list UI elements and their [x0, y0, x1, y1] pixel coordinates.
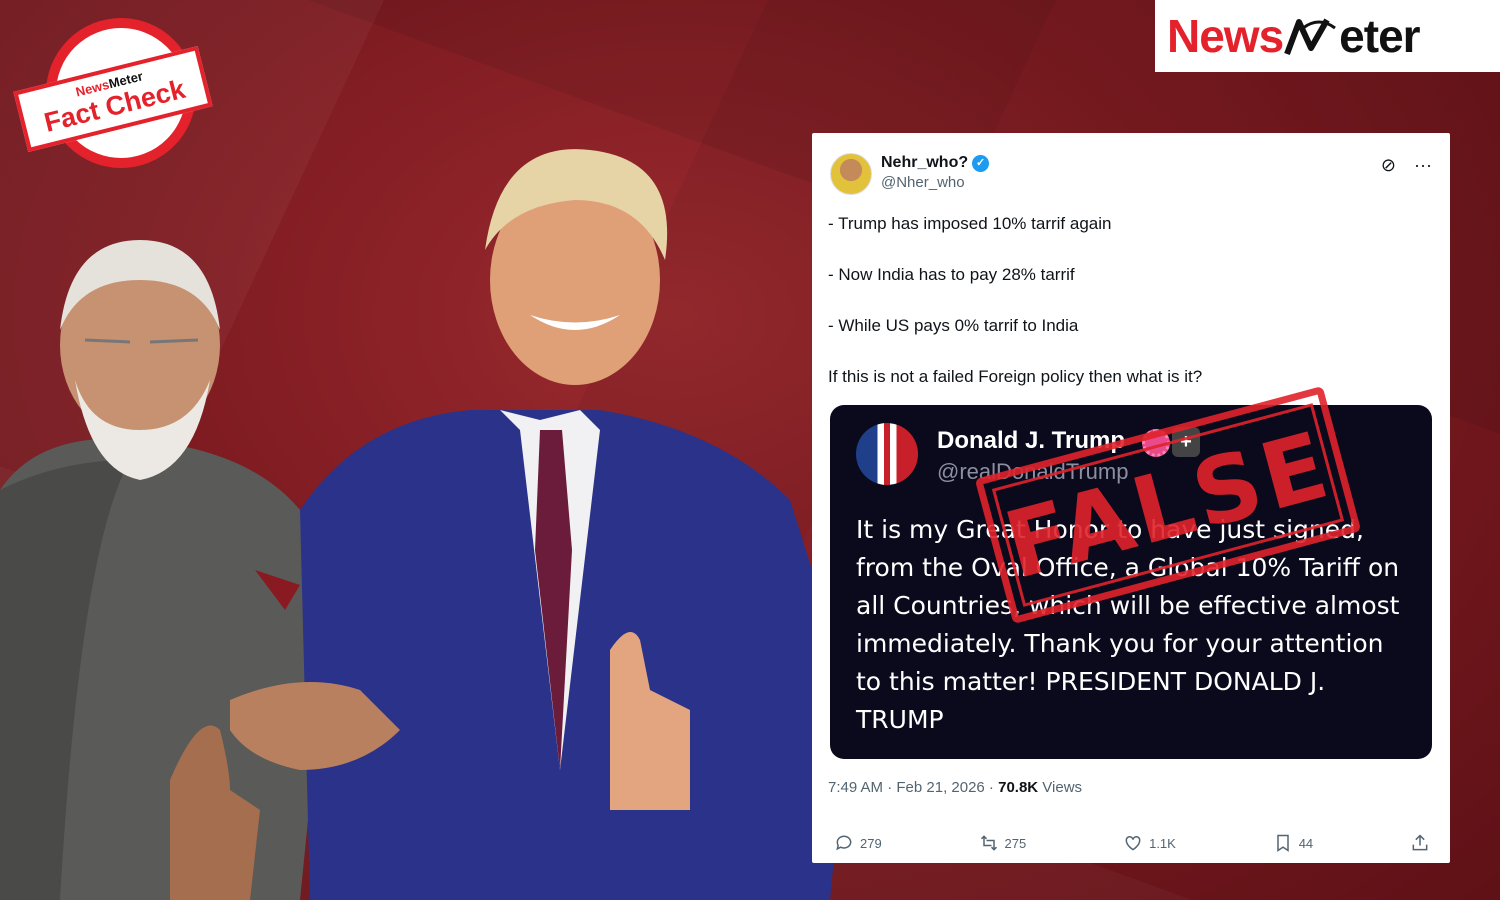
- views-count: 70.8K: [998, 779, 1039, 796]
- bookmark-button[interactable]: 44: [1273, 833, 1313, 853]
- logo-meter: eter: [1339, 10, 1420, 62]
- bookmark-count: 44: [1298, 835, 1314, 851]
- like-icon: [1125, 835, 1141, 851]
- repost-icon: [980, 835, 997, 851]
- reply-button[interactable]: 279: [834, 833, 882, 853]
- verified-badge-icon: ✓: [972, 154, 990, 172]
- display-name-row: Nehr_who? ✓: [881, 153, 990, 173]
- like-count: 1.1K: [1149, 835, 1176, 851]
- tweet-line: If this is not a failed Foreign policy t…: [828, 367, 1203, 386]
- leaders-photo: [0, 149, 850, 900]
- like-button[interactable]: 1.1K: [1123, 833, 1176, 853]
- newsmeter-logo: News eter: [1155, 0, 1500, 72]
- repost-count: 275: [1004, 835, 1027, 851]
- tweet-line: - While US pays 0% tarrif to India: [828, 316, 1079, 335]
- author-names: Nehr_who? ✓ @Nher_who: [881, 153, 990, 193]
- reply-count: 279: [860, 835, 882, 851]
- share-button[interactable]: [1410, 833, 1430, 853]
- tweet-time[interactable]: 7:49 AM · Feb 21, 2026 ·: [828, 779, 998, 796]
- reply-icon: [836, 835, 852, 851]
- display-name[interactable]: Nehr_who?: [881, 153, 968, 173]
- handle[interactable]: @Nher_who: [881, 173, 989, 193]
- logo-news: News: [1167, 10, 1284, 62]
- meter-gauge-icon: [1284, 18, 1337, 56]
- views-label: Views: [1038, 779, 1083, 796]
- tweet-text: - Trump has imposed 10% tarrif again - N…: [828, 213, 1428, 417]
- grok-icon[interactable]: ⊘: [1381, 155, 1396, 176]
- tweet-line: - Now India has to pay 28% tarrif: [828, 265, 1075, 284]
- bookmark-icon: [1276, 834, 1289, 852]
- tweet-actions: 279 275 1.1K 44: [834, 833, 1430, 853]
- tweet-header-icons: ⊘ ···: [1381, 155, 1432, 176]
- avatar[interactable]: [830, 153, 872, 195]
- tweet-meta: 7:49 AM · Feb 21, 2026 · 70.8K Views: [828, 779, 1082, 796]
- more-icon[interactable]: ···: [1414, 155, 1432, 176]
- share-icon: [1412, 834, 1428, 851]
- repost-button[interactable]: 275: [979, 833, 1027, 853]
- tweet-header: Nehr_who? ✓ @Nher_who: [830, 153, 990, 195]
- embedded-avatar: [856, 423, 918, 485]
- tweet-line: - Trump has imposed 10% tarrif again: [828, 214, 1112, 233]
